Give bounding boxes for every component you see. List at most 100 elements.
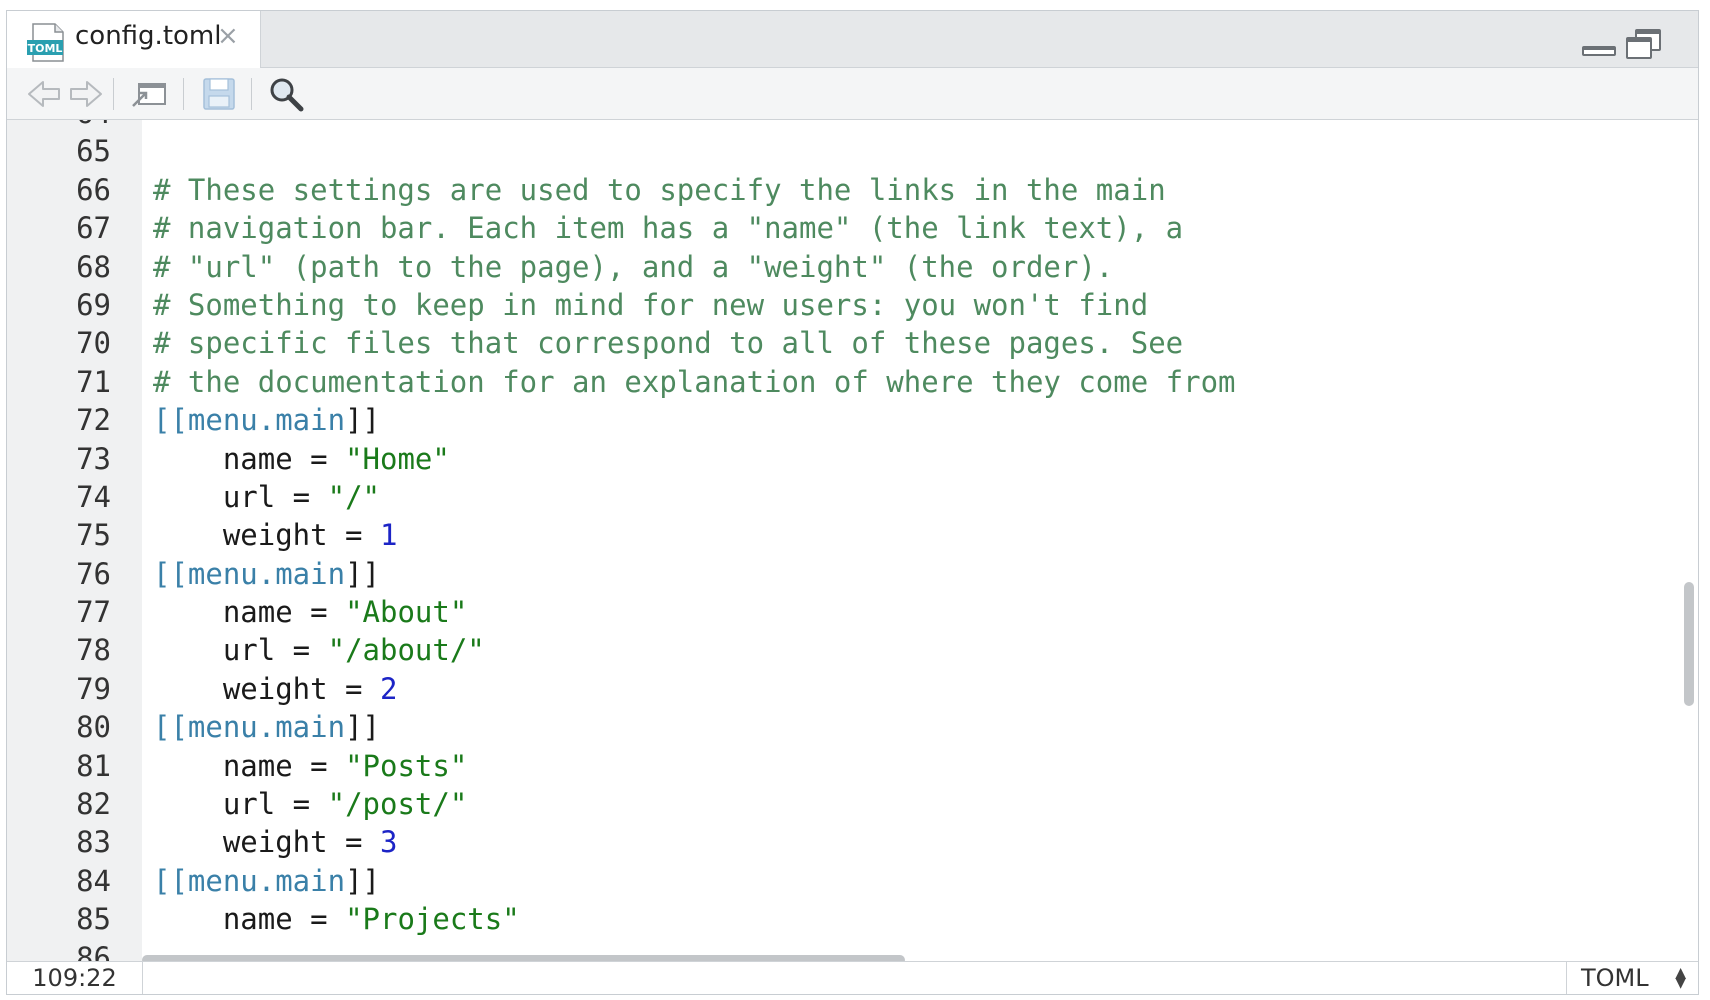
code-token-comment: # navigation bar. Each item has a "name"… <box>153 211 1184 246</box>
code-token-string: "Posts" <box>345 748 468 783</box>
tab-title: config.toml <box>75 21 222 51</box>
code-token-section: menu.main <box>187 863 346 898</box>
show-in-new-window-icon[interactable] <box>129 76 169 112</box>
code-token-key: name = <box>153 748 346 783</box>
code-text: # These settings are used to specify the… <box>153 171 1166 209</box>
code-text: url = "/post/" <box>153 785 467 823</box>
tab-config-toml[interactable]: TOML config.toml × <box>7 11 261 68</box>
code-token-key: url = <box>153 479 328 514</box>
code-text: url = "/about/" <box>153 631 485 669</box>
line-number: 69 <box>76 287 111 322</box>
code-text: [[menu.main]] <box>153 862 380 900</box>
code-token-key: weight = <box>153 825 380 860</box>
toml-file-icon: TOML <box>27 23 64 62</box>
code-line[interactable]: 70 # specific files that correspond to al… <box>7 324 1698 362</box>
vertical-scrollbar[interactable] <box>1684 120 1694 965</box>
code-token-key: weight = <box>153 518 380 553</box>
up-down-arrows-icon: ▲ ▼ <box>1675 965 1686 991</box>
line-number: 67 <box>76 211 111 246</box>
toolbar-separator <box>113 78 114 110</box>
code-line[interactable]: 69 # Something to keep in mind for new us… <box>7 286 1698 324</box>
code-line[interactable]: 83 weight = 3 <box>7 823 1698 861</box>
line-number: 85 <box>76 902 111 937</box>
back-arrow-icon[interactable] <box>25 76 65 112</box>
code-line[interactable]: 64 <box>7 120 1698 132</box>
editor-window: TOML config.toml × 65 66 # These setting… <box>6 10 1699 995</box>
code-line[interactable]: 84 [[menu.main]] <box>7 862 1698 900</box>
code-token-section: menu.main <box>187 403 346 438</box>
code-line[interactable]: 67 # navigation bar. Each item has a "nam… <box>7 209 1698 247</box>
line-number: 71 <box>76 364 111 399</box>
language-label: TOML <box>1581 964 1649 992</box>
code-line[interactable]: 78 url = "/about/" <box>7 631 1698 669</box>
code-line[interactable]: 77 name = "About" <box>7 593 1698 631</box>
vertical-scrollbar-thumb[interactable] <box>1684 582 1694 706</box>
line-number: 82 <box>76 787 111 822</box>
code-line[interactable]: 85 name = "Projects" <box>7 900 1698 938</box>
code-token-section: menu.main <box>187 556 346 591</box>
code-text: weight = 3 <box>153 823 398 861</box>
line-number: 73 <box>76 441 111 476</box>
code-token-string: "/post/" <box>327 787 468 822</box>
code-text: name = "Posts" <box>153 747 467 785</box>
code-lines[interactable]: 64 6566 # These settings are used to speci… <box>7 120 1698 965</box>
code-editor[interactable]: 64 6566 # These settings are used to speci… <box>7 120 1698 965</box>
code-token-section: [[ <box>153 710 188 745</box>
line-number: 65 <box>76 134 111 169</box>
code-line[interactable]: 71 # the documentation for an explanation… <box>7 363 1698 401</box>
code-line[interactable]: 81 name = "Posts" <box>7 747 1698 785</box>
code-text: # "url" (path to the page), and a "weigh… <box>153 248 1113 286</box>
language-selector[interactable]: TOML ▲ ▼ <box>1566 962 1698 994</box>
forward-arrow-icon[interactable] <box>65 76 105 112</box>
code-text: # navigation bar. Each item has a "name"… <box>153 209 1183 247</box>
code-line[interactable]: 68 # "url" (path to the page), and a "wei… <box>7 248 1698 286</box>
code-line[interactable]: 65 <box>7 132 1698 170</box>
window-controls <box>1580 27 1680 61</box>
line-number: 77 <box>76 595 111 630</box>
code-token-section: menu.main <box>187 710 346 745</box>
code-token-key: name = <box>153 595 346 630</box>
minimize-icon[interactable] <box>1580 27 1620 61</box>
code-line[interactable]: 82 url = "/post/" <box>7 785 1698 823</box>
code-token-key: ]] <box>345 710 380 745</box>
code-line[interactable]: 72 [[menu.main]] <box>7 401 1698 439</box>
toolbar-separator <box>251 78 252 110</box>
line-number: 66 <box>76 172 111 207</box>
code-token-string: "/about/" <box>327 633 485 668</box>
line-number: 75 <box>76 518 111 553</box>
code-line[interactable]: 80 [[menu.main]] <box>7 708 1698 746</box>
search-icon[interactable] <box>267 76 307 112</box>
code-token-section: [[ <box>153 403 188 438</box>
code-line[interactable]: 75 weight = 1 <box>7 516 1698 554</box>
line-number: 80 <box>76 710 111 745</box>
code-line[interactable]: 66 # These settings are used to specify t… <box>7 171 1698 209</box>
code-line[interactable]: 73 name = "Home" <box>7 440 1698 478</box>
code-token-number: 3 <box>379 825 398 860</box>
code-text: [[menu.main]] <box>153 708 380 746</box>
code-text: url = "/" <box>153 478 380 516</box>
line-number: 72 <box>76 403 111 438</box>
code-text: [[menu.main]] <box>153 555 380 593</box>
code-token-comment: # "url" (path to the page), and a "weigh… <box>153 249 1114 284</box>
code-line[interactable]: 79 weight = 2 <box>7 670 1698 708</box>
code-text: # specific files that correspond to all … <box>153 324 1183 362</box>
toml-file-icon-text: TOML <box>28 42 63 55</box>
code-line[interactable]: 76 [[menu.main]] <box>7 555 1698 593</box>
line-number: 74 <box>76 479 111 514</box>
code-token-number: 2 <box>379 671 398 706</box>
code-token-key: url = <box>153 633 328 668</box>
code-line[interactable]: 74 url = "/" <box>7 478 1698 516</box>
code-token-section: [[ <box>153 863 188 898</box>
toolbar <box>7 68 1698 120</box>
cursor-position: 109:22 <box>7 962 143 994</box>
code-token-comment: # These settings are used to specify the… <box>153 172 1166 207</box>
code-token-string: "About" <box>345 595 468 630</box>
code-text: name = "Projects" <box>153 900 520 938</box>
code-token-key: name = <box>153 902 346 937</box>
code-text: # the documentation for an explanation o… <box>153 363 1236 401</box>
save-icon[interactable] <box>199 76 239 112</box>
close-icon[interactable]: × <box>217 23 239 49</box>
line-number: 79 <box>76 671 111 706</box>
restore-icon[interactable] <box>1624 27 1664 61</box>
code-token-comment: # Something to keep in mind for new user… <box>153 287 1149 322</box>
